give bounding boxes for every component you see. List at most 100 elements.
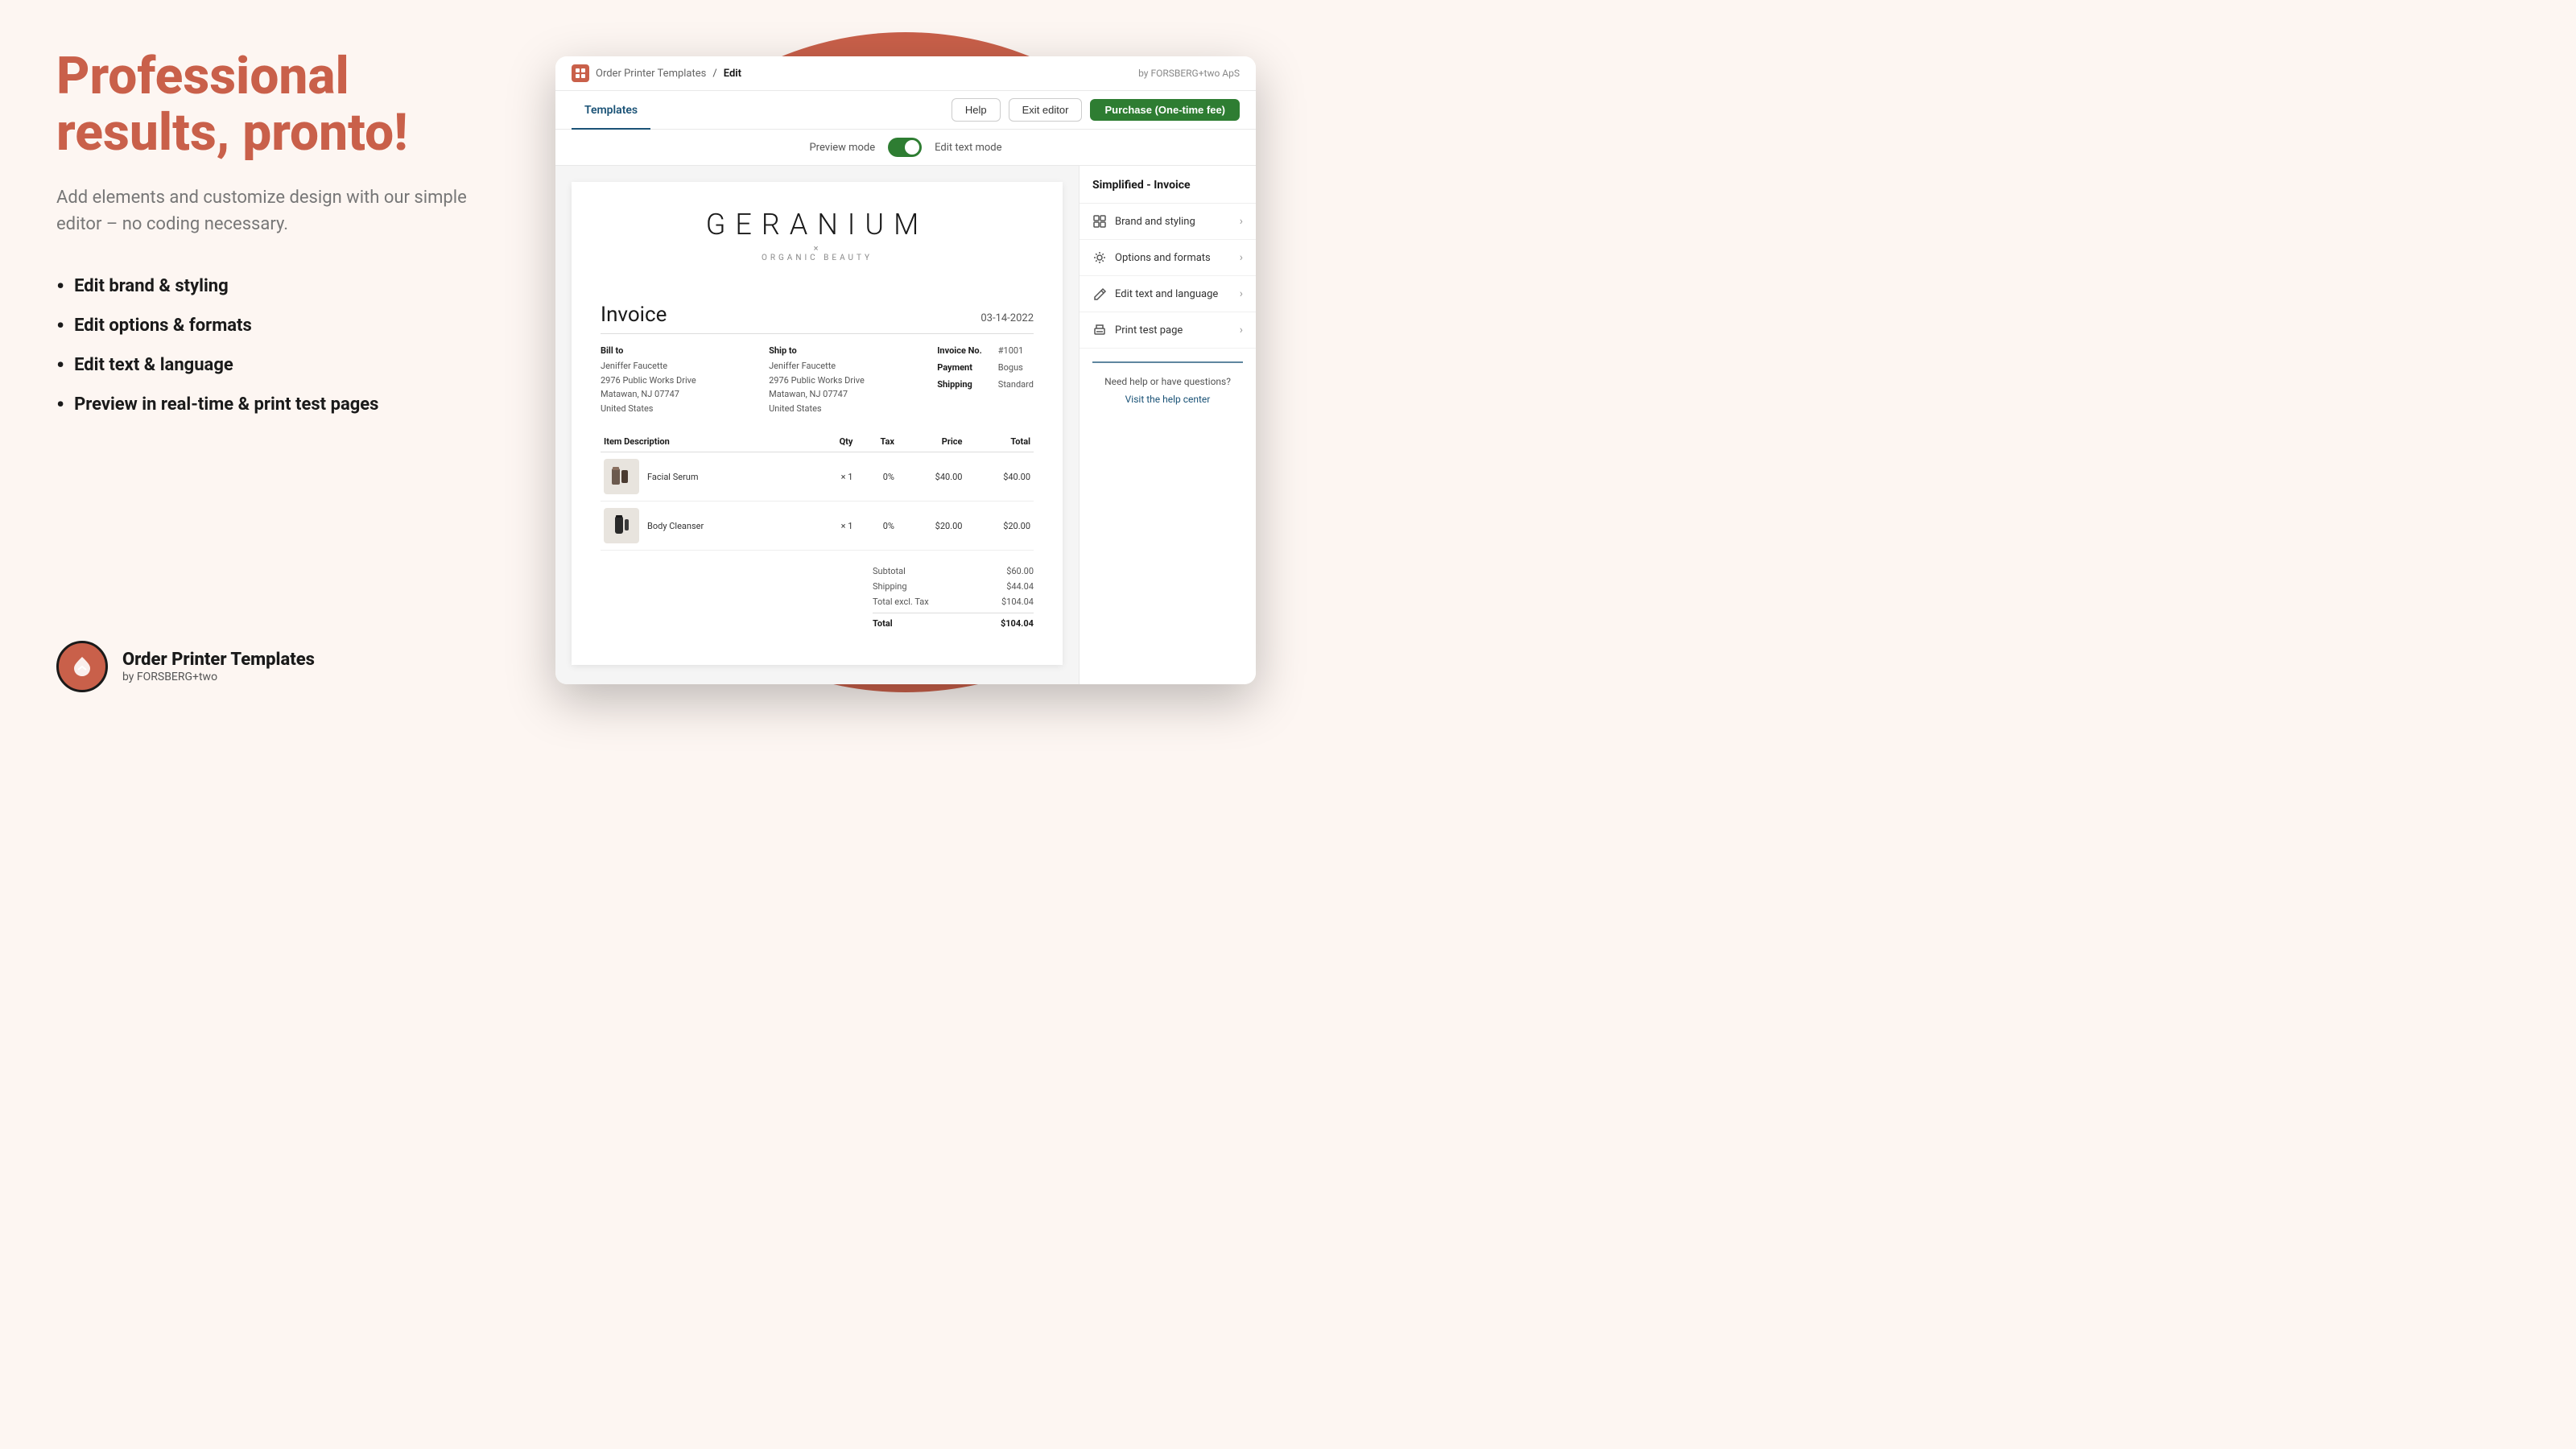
product-cell-2: Body Cleanser: [604, 508, 812, 543]
shipping-value: Standard: [998, 379, 1034, 390]
app-window: Order Printer Templates / Edit by FORSBE…: [555, 56, 1256, 684]
invoice-title-row: Invoice 03-14-2022: [601, 303, 1034, 334]
headline: Professional results, pronto!: [56, 48, 475, 162]
app-topbar: Order Printer Templates / Edit by FORSBE…: [555, 56, 1256, 91]
sidebar-print-label: Print test page: [1115, 324, 1183, 336]
invoice-title: Invoice: [601, 303, 667, 327]
item-2-qty: × 1: [815, 502, 856, 551]
app-topbar-by: by FORSBERG+two ApS: [1138, 68, 1240, 79]
sidebar-brand-label: Brand and styling: [1115, 216, 1195, 228]
table-row: Facial Serum × 1 0% $40.00 $40.00: [601, 452, 1034, 502]
invoice-brand-sub: ORGANIC BEAUTY: [601, 254, 1034, 262]
bill-to-label: Bill to: [601, 345, 769, 356]
product-cell-1: Facial Serum: [604, 459, 812, 494]
sidebar-options-label: Options and formats: [1115, 252, 1211, 264]
ship-addr2: Matawan, NJ 07747: [769, 387, 937, 402]
payment-value: Bogus: [998, 362, 1034, 373]
bill-to-block: Bill to Jeniffer Faucette 2976 Public Wo…: [601, 345, 769, 415]
invoice-date: 03-14-2022: [980, 312, 1034, 324]
item-2-name: Body Cleanser: [647, 521, 704, 531]
item-2-total: $20.00: [965, 502, 1034, 551]
app-navbar: Templates Help Exit editor Purchase (One…: [555, 91, 1256, 130]
col-qty: Qty: [815, 431, 856, 452]
chevron-right-icon: ›: [1240, 287, 1243, 300]
app-icon: [572, 64, 589, 82]
invoice-brand-name: GERANIUM: [601, 208, 1034, 242]
subtotal-label: Subtotal: [873, 566, 906, 576]
meta-row-values: #1001 Bogus Standard: [998, 345, 1034, 415]
ship-name: Jeniffer Faucette: [769, 359, 937, 374]
bill-addr3: United States: [601, 402, 769, 416]
item-2-price: $20.00: [898, 502, 966, 551]
bullet-item-1: Edit brand & styling: [56, 266, 475, 306]
total-excl-value: $104.04: [1001, 597, 1034, 607]
sidebar-help: Need help or have questions? Visit the h…: [1080, 376, 1256, 406]
help-button[interactable]: Help: [952, 98, 1001, 122]
sidebar-divider: [1092, 361, 1243, 363]
right-panel: Order Printer Templates / Edit by FORSBE…: [523, 0, 1288, 724]
total-excl-label: Total excl. Tax: [873, 597, 929, 607]
table-row: Body Cleanser × 1 0% $20.00 $20.00: [601, 502, 1034, 551]
item-1-name: Facial Serum: [647, 472, 699, 482]
bullet-item-4: Preview in real-time & print test pages: [56, 385, 475, 424]
invoice-no-value: #1001: [998, 345, 1034, 356]
left-content: Professional results, pronto! Add elemen…: [56, 48, 475, 424]
sidebar-edit-text-label: Edit text and language: [1115, 288, 1218, 300]
brand-name: Order Printer Templates: [122, 650, 315, 671]
nav-tabs: Templates: [572, 91, 650, 129]
tab-templates[interactable]: Templates: [572, 92, 650, 130]
breadcrumb-separator: /: [712, 68, 716, 80]
subtotal-row: Subtotal $60.00: [873, 564, 1034, 579]
breadcrumb-base: Order Printer Templates: [596, 68, 706, 80]
bullet-item-3: Edit text & language: [56, 345, 475, 385]
invoice-doc: GERANIUM × ORGANIC BEAUTY Invoice 03-14-…: [572, 182, 1063, 665]
mode-bar: Preview mode Edit text mode: [555, 130, 1256, 166]
sidebar-item-options[interactable]: Options and formats ›: [1080, 240, 1256, 276]
print-icon: [1092, 323, 1107, 337]
brand-sub: by FORSBERG+two: [122, 671, 315, 683]
bill-name: Jeniffer Faucette: [601, 359, 769, 374]
meta-row-labels: Invoice No. Payment Shipping: [937, 345, 982, 415]
invoice-totals: Subtotal $60.00 Shipping $44.04 Total ex…: [873, 564, 1034, 631]
bullet-item-2: Edit options & formats: [56, 306, 475, 345]
ship-addr3: United States: [769, 402, 937, 416]
col-tax: Tax: [856, 431, 898, 452]
brand-text: Order Printer Templates by FORSBERG+two: [122, 650, 315, 683]
item-1-qty: × 1: [815, 452, 856, 502]
item-1-tax: 0%: [856, 452, 898, 502]
sidebar-panel: Simplified - Invoice Brand and styling: [1079, 166, 1256, 684]
bill-addr2: Matawan, NJ 07747: [601, 387, 769, 402]
exit-editor-button[interactable]: Exit editor: [1009, 98, 1083, 122]
product-img-1: [604, 459, 639, 494]
purchase-button[interactable]: Purchase (One-time fee): [1090, 99, 1240, 121]
help-center-link[interactable]: Visit the help center: [1125, 394, 1211, 405]
subtotal-value: $60.00: [1006, 566, 1034, 576]
sidebar-item-edit-text[interactable]: Edit text and language ›: [1080, 276, 1256, 312]
brand-icon: [1092, 214, 1107, 229]
grand-total-row: Total $104.04: [873, 613, 1034, 631]
invoice-table: Item Description Qty Tax Price Total: [601, 431, 1034, 551]
item-1-total: $40.00: [965, 452, 1034, 502]
breadcrumb-current: Edit: [724, 68, 741, 80]
sidebar-item-print[interactable]: Print test page ›: [1080, 312, 1256, 349]
mode-toggle[interactable]: [888, 138, 922, 157]
shipping-fee-label: Shipping: [873, 581, 907, 592]
chevron-right-icon: ›: [1240, 215, 1243, 228]
app-main: GERANIUM × ORGANIC BEAUTY Invoice 03-14-…: [555, 166, 1256, 684]
invoice-brand-x: ×: [601, 243, 1034, 254]
product-img-2: [604, 508, 639, 543]
subtext: Add elements and customize design with o…: [56, 184, 475, 237]
grand-total-value: $104.04: [1001, 618, 1034, 629]
left-panel: Professional results, pronto! Add elemen…: [0, 0, 523, 724]
ship-to-block: Ship to Jeniffer Faucette 2976 Public Wo…: [769, 345, 937, 415]
item-1-price: $40.00: [898, 452, 966, 502]
chevron-right-icon: ›: [1240, 251, 1243, 264]
help-text: Need help or have questions?: [1092, 376, 1243, 387]
brand-logo: [56, 641, 108, 692]
sidebar-item-brand[interactable]: Brand and styling ›: [1080, 204, 1256, 240]
ship-addr1: 2976 Public Works Drive: [769, 374, 937, 388]
payment-label: Payment: [937, 362, 982, 373]
col-total: Total: [965, 431, 1034, 452]
ship-to-label: Ship to: [769, 345, 937, 356]
preview-mode-label: Preview mode: [809, 142, 875, 154]
